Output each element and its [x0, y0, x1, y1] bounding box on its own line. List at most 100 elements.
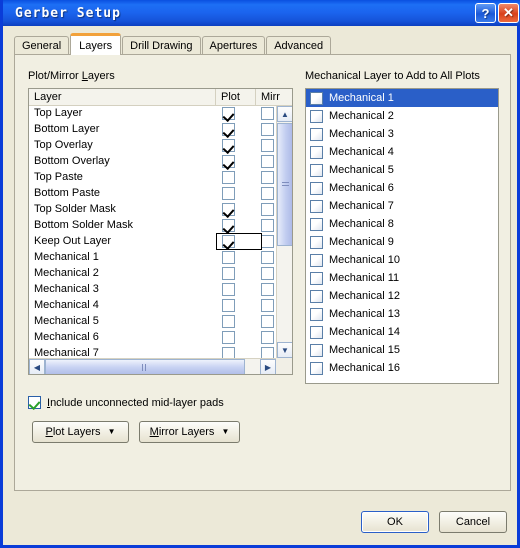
mirror-checkbox[interactable] — [261, 155, 274, 168]
table-row[interactable]: Mechanical 6 — [29, 330, 292, 346]
mirror-checkbox[interactable] — [261, 219, 274, 232]
mirror-checkbox[interactable] — [261, 203, 274, 216]
cancel-button[interactable]: Cancel — [439, 511, 507, 533]
plot-layers-button[interactable]: Plot Layers ▼ — [32, 421, 129, 443]
title-bar[interactable]: Gerber Setup ? ✕ — [3, 0, 520, 26]
plot-checkbox[interactable] — [222, 123, 235, 136]
table-row[interactable]: Bottom Layer — [29, 122, 292, 138]
layers-horizontal-scrollbar[interactable]: ◀ ▶ — [29, 358, 292, 374]
mirror-checkbox[interactable] — [261, 283, 274, 296]
plot-checkbox-cell[interactable] — [222, 203, 235, 216]
list-item[interactable]: Mechanical 4 — [306, 143, 498, 161]
table-row[interactable]: Mechanical 5 — [29, 314, 292, 330]
mirror-checkbox-cell[interactable] — [261, 155, 274, 168]
include-unconnected-pads-checkbox[interactable] — [28, 396, 41, 409]
mirror-checkbox[interactable] — [261, 187, 274, 200]
mirror-checkbox-cell[interactable] — [261, 315, 274, 328]
mechanical-layer-checkbox[interactable] — [310, 343, 323, 357]
scroll-down-icon[interactable]: ▼ — [277, 342, 292, 358]
plot-checkbox[interactable] — [222, 315, 235, 328]
include-unconnected-pads-row[interactable]: Include unconnected mid-layer pads — [28, 396, 224, 409]
mirror-checkbox-cell[interactable] — [261, 187, 274, 200]
tab-layers[interactable]: Layers — [70, 33, 122, 55]
plot-checkbox[interactable] — [222, 171, 235, 184]
mechanical-layer-checkbox[interactable] — [310, 361, 323, 375]
mechanical-layer-checkbox[interactable] — [310, 181, 323, 195]
mirror-checkbox-cell[interactable] — [261, 219, 274, 232]
mirror-checkbox[interactable] — [261, 299, 274, 312]
horizontal-scroll-thumb[interactable] — [45, 359, 245, 374]
plot-checkbox[interactable] — [222, 299, 235, 312]
mechanical-layer-checkbox[interactable] — [310, 199, 323, 213]
plot-checkbox-cell[interactable] — [222, 107, 235, 120]
plot-checkbox-cell[interactable] — [222, 139, 235, 152]
column-header-layer[interactable]: Layer — [29, 89, 216, 105]
table-row[interactable]: Bottom Paste — [29, 186, 292, 202]
scroll-up-icon[interactable]: ▲ — [277, 106, 292, 122]
mirror-checkbox-cell[interactable] — [261, 203, 274, 216]
list-item[interactable]: Mechanical 1 — [306, 89, 498, 107]
mirror-checkbox[interactable] — [261, 139, 274, 152]
list-item[interactable]: Mechanical 6 — [306, 179, 498, 197]
layers-vertical-scrollbar[interactable]: ▲ ▼ — [276, 106, 292, 358]
mirror-checkbox-cell[interactable] — [261, 251, 274, 264]
mirror-checkbox[interactable] — [261, 123, 274, 136]
table-row[interactable]: Top Layer — [29, 106, 292, 122]
plot-checkbox[interactable] — [222, 219, 235, 232]
table-row[interactable]: Mechanical 4 — [29, 298, 292, 314]
mirror-checkbox-cell[interactable] — [261, 283, 274, 296]
plot-checkbox-cell[interactable] — [222, 171, 235, 184]
list-item[interactable]: Mechanical 12 — [306, 287, 498, 305]
mechanical-layer-checkbox[interactable] — [310, 127, 323, 141]
mirror-checkbox-cell[interactable] — [261, 171, 274, 184]
plot-checkbox-cell[interactable] — [222, 267, 235, 280]
tab-general[interactable]: General — [14, 36, 70, 55]
mirror-layers-button[interactable]: Mirror Layers ▼ — [139, 421, 240, 443]
mirror-checkbox[interactable] — [261, 171, 274, 184]
list-item[interactable]: Mechanical 11 — [306, 269, 498, 287]
scroll-left-icon[interactable]: ◀ — [29, 359, 45, 374]
plot-checkbox-cell[interactable] — [222, 331, 235, 344]
table-row[interactable]: Top Solder Mask — [29, 202, 292, 218]
list-item[interactable]: Mechanical 2 — [306, 107, 498, 125]
table-row[interactable]: Mechanical 3 — [29, 282, 292, 298]
mechanical-layer-checkbox[interactable] — [310, 235, 323, 249]
table-row[interactable]: Keep Out Layer — [29, 233, 292, 250]
mirror-checkbox[interactable] — [261, 251, 274, 264]
plot-checkbox[interactable] — [222, 187, 235, 200]
plot-mirror-layers-list[interactable]: Layer Plot Mirr Top Layer Bottom Layer Top… — [28, 88, 293, 375]
mechanical-layer-checkbox[interactable] — [310, 307, 323, 321]
list-item[interactable]: Mechanical 8 — [306, 215, 498, 233]
mirror-checkbox[interactable] — [261, 107, 274, 120]
mechanical-layer-checkbox[interactable] — [310, 109, 323, 123]
plot-checkbox[interactable] — [222, 139, 235, 152]
plot-checkbox[interactable] — [222, 203, 235, 216]
list-item[interactable]: Mechanical 16 — [306, 359, 498, 377]
mechanical-layer-list[interactable]: Mechanical 1 Mechanical 2 Mechanical 3 Mech… — [305, 88, 499, 384]
scroll-right-icon[interactable]: ▶ — [260, 359, 276, 374]
mirror-checkbox[interactable] — [261, 331, 274, 344]
mechanical-layer-checkbox[interactable] — [310, 217, 323, 231]
tab-advanced[interactable]: Advanced — [266, 36, 332, 55]
mirror-checkbox-cell[interactable] — [261, 331, 274, 344]
list-item[interactable]: Mechanical 10 — [306, 251, 498, 269]
mirror-checkbox-cell[interactable] — [261, 235, 274, 248]
table-row[interactable]: Top Overlay — [29, 138, 292, 154]
close-icon[interactable]: ✕ — [498, 3, 519, 23]
plot-checkbox[interactable] — [222, 155, 235, 168]
column-header-mirror[interactable]: Mirr — [256, 89, 292, 105]
plot-checkbox-cell[interactable] — [222, 187, 235, 200]
plot-checkbox-cell[interactable] — [222, 299, 235, 312]
plot-checkbox-cell[interactable] — [222, 283, 235, 296]
plot-checkbox[interactable] — [222, 331, 235, 344]
ok-button[interactable]: OK — [361, 511, 429, 533]
table-row[interactable]: Bottom Solder Mask — [29, 218, 292, 234]
list-item[interactable]: Mechanical 7 — [306, 197, 498, 215]
tab-drill-drawing[interactable]: Drill Drawing — [122, 36, 201, 55]
mechanical-layer-checkbox[interactable] — [310, 253, 323, 267]
mirror-checkbox-cell[interactable] — [261, 123, 274, 136]
mirror-checkbox[interactable] — [261, 315, 274, 328]
tab-apertures[interactable]: Apertures — [201, 36, 266, 55]
mirror-checkbox-cell[interactable] — [261, 139, 274, 152]
list-item[interactable]: Mechanical 3 — [306, 125, 498, 143]
